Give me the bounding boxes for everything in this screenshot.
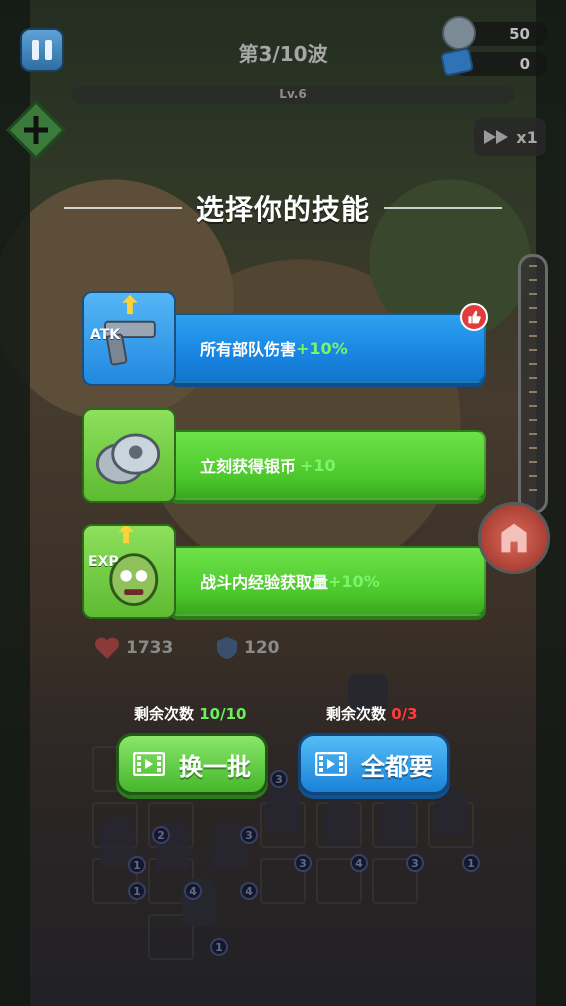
take-all-label: 全都要 [361,752,433,781]
skill-description: 所有部队伤害 [200,340,297,359]
base-skill-button[interactable] [478,502,550,574]
skill-card-body: 战斗内经验获取量 +10% [170,546,486,616]
skill-description: 战斗内经验获取量 [200,573,329,592]
skill-shop-icon[interactable] [4,100,68,160]
skill-card-body: 所有部队伤害 +10% [170,313,486,383]
recommended-thumbs-up-icon [460,303,488,331]
speed-value: x1 [516,127,538,147]
skill-card-damage[interactable]: 所有部队伤害 +10% ATK [82,291,488,386]
atk-pistol-icon: ATK [82,291,176,386]
skill-select-title: 选择你的技能 [196,193,371,226]
defense-stat: 120 [216,636,280,660]
silver-counter: 50 [442,16,548,50]
heart-icon [94,637,120,659]
atk-label: ATK [90,327,121,343]
refresh-label: 换一批 [179,752,251,781]
silver-coin-icon [442,16,476,50]
remaining-label: 剩余次数 [326,705,387,723]
fast-forward-icon [484,130,509,144]
skill-select-header: 选择你的技能 [64,188,503,228]
exp-label: EXP [88,554,119,570]
skill-bonus-value: +10% [328,571,380,591]
refresh-remaining: 剩余次数 10/10 [134,703,246,724]
remaining-label: 剩余次数 [134,705,195,723]
shield-icon [217,637,237,659]
video-ad-icon [315,752,347,776]
silver-value: 50 [509,25,530,43]
silver-coins-icon [82,408,176,503]
ticket-icon [439,47,475,77]
progress-tube [518,254,548,514]
remaining-value: 10/10 [199,705,247,723]
hp-value: 1733 [126,638,174,658]
skill-card-silver[interactable]: 立刻获得银币 +10 [82,408,486,503]
skill-card-body: 立刻获得银币 +10 [170,430,486,500]
take-all-button[interactable]: 全都要 [298,733,450,795]
remaining-value: 0/3 [391,705,418,723]
skill-bonus-value: +10% [296,338,348,358]
skill-card-exp[interactable]: 战斗内经验获取量 +10% EXP [82,524,486,619]
speed-toggle-button[interactable]: x1 [474,118,546,156]
video-ad-icon [133,752,165,776]
ticket-counter: 0 [439,47,548,77]
exp-zombie-head-icon: EXP [82,524,176,619]
title-divider-left [64,207,182,209]
level-progress-bar: Lv.6 [72,86,514,104]
title-divider-right [384,207,503,209]
castle-icon [501,523,527,553]
skill-description: 立刻获得银币 [200,457,297,476]
ticket-value: 0 [519,55,530,73]
refresh-skills-button[interactable]: 换一批 [116,733,268,795]
take-all-remaining: 剩余次数 0/3 [326,703,418,724]
hp-stat: 1733 [94,636,173,660]
defense-value: 120 [244,638,280,658]
level-label: Lv.6 [279,87,307,101]
skill-bonus-value: +10 [300,455,336,475]
